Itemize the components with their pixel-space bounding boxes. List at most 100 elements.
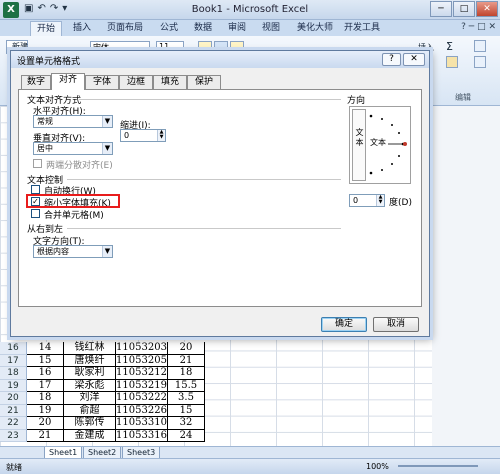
chevron-down-icon[interactable]: ▼ — [102, 116, 112, 127]
table-cell[interactable]: 11053212 — [116, 367, 168, 380]
table-cell[interactable]: 陈郭传 — [64, 417, 116, 430]
vertical-text-label: 文本 — [355, 128, 364, 147]
table-cell[interactable]: 20 — [168, 342, 205, 355]
zoom-slider[interactable] — [398, 465, 478, 467]
table-cell[interactable]: 20 — [27, 417, 64, 430]
divider — [79, 99, 341, 100]
table-cell[interactable]: 14 — [27, 342, 64, 355]
table-cell[interactable]: 俞超 — [64, 404, 116, 417]
spinner-icon[interactable]: ▲ ▼ — [376, 195, 384, 206]
table-cell[interactable]: 金建成 — [64, 429, 116, 442]
row-header[interactable]: 17 — [0, 354, 27, 367]
degree-stepper[interactable]: 0 ▲ ▼ — [349, 194, 385, 207]
table-cell[interactable]: 刘洋 — [64, 392, 116, 405]
dialog-title: 设置单元格格式 — [17, 57, 81, 67]
fill-icon[interactable] — [446, 56, 458, 68]
tab-review[interactable]: 审阅 — [228, 21, 246, 36]
indent-stepper[interactable]: 0 ▲ ▼ — [120, 129, 166, 142]
row-header[interactable]: 22 — [0, 417, 27, 430]
table-cell[interactable]: 唐焕纤 — [64, 354, 116, 367]
sort-filter-icon[interactable] — [474, 40, 486, 52]
table-cell[interactable]: 11053219 — [116, 379, 168, 392]
table-cell[interactable]: 21 — [27, 429, 64, 442]
table-cell[interactable]: 11053205 — [116, 354, 168, 367]
tab-data[interactable]: 数据 — [194, 21, 212, 36]
spinner-icon[interactable]: ▲ ▼ — [157, 130, 165, 141]
table-cell[interactable]: 21 — [168, 354, 205, 367]
table-cell[interactable]: 18 — [27, 392, 64, 405]
dialog-close-button[interactable]: ✕ — [403, 53, 425, 66]
table-cell[interactable]: 15 — [27, 354, 64, 367]
table-cell[interactable]: 11053222 — [116, 392, 168, 405]
table-cell[interactable]: 3.5 — [168, 392, 205, 405]
divider — [67, 228, 341, 229]
window-title: Book1 - Microsoft Excel — [191, 4, 309, 15]
table-cell[interactable]: 钱红林 — [64, 342, 116, 355]
row-header[interactable]: 19 — [0, 379, 27, 392]
row-header[interactable]: 21 — [0, 404, 27, 417]
divider — [67, 179, 341, 180]
table-cell[interactable]: 17 — [27, 379, 64, 392]
close-button[interactable]: ✕ — [476, 1, 498, 17]
horizontal-align-select[interactable]: 常规 ▼ — [33, 115, 113, 128]
table-cell[interactable]: 11053316 — [116, 429, 168, 442]
text-direction-select[interactable]: 根据内容 ▼ — [33, 245, 113, 258]
window-titlebar: X ▣ ↶ ↷ ▾ Book1 - Microsoft Excel ─ □ ✕ — [0, 0, 500, 20]
tab-alignment[interactable]: 对齐 — [51, 73, 85, 90]
dialog-titlebar[interactable]: 设置单元格格式 ? ✕ — [11, 51, 429, 68]
justify-distributed-label: 两端分散对齐(E) — [46, 161, 113, 171]
tab-insert[interactable]: 插入 — [73, 21, 91, 36]
orientation-control[interactable]: 文本 文本 — [349, 106, 411, 184]
tab-home[interactable]: 开始 — [30, 21, 63, 36]
justify-distributed-checkbox[interactable] — [33, 159, 42, 168]
table-cell[interactable]: 16 — [27, 367, 64, 380]
tab-font[interactable]: 字体 — [85, 75, 119, 89]
table-cell[interactable]: 18 — [168, 367, 205, 380]
ribbon-tabs: 开始 插入 页面布局 公式 数据 审阅 视图 美化大师 开发工具 ? ─ □ ✕ — [0, 20, 500, 36]
minimize-button[interactable]: ─ — [430, 1, 452, 17]
table-cell[interactable]: 15.5 — [168, 379, 205, 392]
row-header[interactable]: 23 — [0, 429, 27, 442]
vertical-text-button[interactable]: 文本 — [352, 109, 366, 181]
ok-button[interactable]: 确定 — [321, 317, 367, 332]
row-header[interactable]: 18 — [0, 367, 27, 380]
tab-beautify[interactable]: 美化大师 — [297, 21, 333, 36]
table-cell[interactable]: 11053203 — [116, 342, 168, 355]
cancel-button[interactable]: 取消 — [373, 317, 419, 332]
table-cell[interactable]: 24 — [168, 429, 205, 442]
tab-protection[interactable]: 保护 — [187, 75, 221, 89]
horizontal-value: 常规 — [37, 117, 53, 126]
table-cell[interactable]: 19 — [27, 404, 64, 417]
autosum-icon[interactable]: Σ — [446, 40, 453, 53]
chevron-down-icon[interactable]: ▼ — [102, 143, 112, 154]
chevron-down-icon[interactable]: ▼ — [102, 246, 112, 257]
row-header[interactable]: 16 — [0, 342, 27, 355]
table-cell[interactable]: 梁永彪 — [64, 379, 116, 392]
table-cell[interactable]: 11053226 — [116, 404, 168, 417]
maximize-button[interactable]: □ — [453, 1, 475, 17]
sheet-right-area — [432, 106, 500, 446]
find-select-icon[interactable] — [474, 56, 486, 68]
tab-fill[interactable]: 填充 — [153, 75, 187, 89]
vertical-value: 居中 — [37, 144, 53, 153]
degree-label: 度(D) — [389, 198, 412, 208]
tab-border[interactable]: 边框 — [119, 75, 153, 89]
tab-developer[interactable]: 开发工具 — [344, 21, 380, 36]
row-header[interactable]: 20 — [0, 392, 27, 405]
tab-page-layout[interactable]: 页面布局 — [107, 21, 143, 36]
zoom-level[interactable]: 100% — [366, 462, 389, 471]
table-cell[interactable]: 32 — [168, 417, 205, 430]
tab-number[interactable]: 数字 — [21, 75, 51, 89]
tab-view[interactable]: 视图 — [262, 21, 280, 36]
status-bar: 就绪 100% — [0, 458, 500, 474]
table-cell[interactable]: 15 — [168, 404, 205, 417]
help-button[interactable]: ? — [382, 53, 401, 66]
ribbon-help-icon[interactable]: ? ─ □ ✕ — [461, 22, 496, 32]
vertical-align-select[interactable]: 居中 ▼ — [33, 142, 113, 155]
tab-formulas[interactable]: 公式 — [160, 21, 178, 36]
orientation-heading: 方向 — [347, 96, 366, 106]
wrap-text-checkbox[interactable] — [31, 185, 40, 194]
merge-cells-checkbox[interactable] — [31, 209, 40, 218]
table-cell[interactable]: 11053310 — [116, 417, 168, 430]
table-cell[interactable]: 耿家利 — [64, 367, 116, 380]
